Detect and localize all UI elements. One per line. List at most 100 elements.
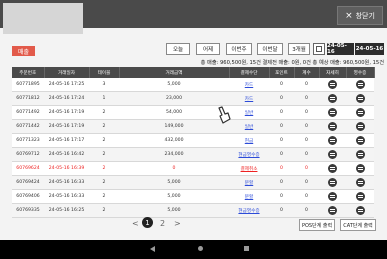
page-1-button[interactable]: 1	[142, 217, 153, 228]
detail-icon[interactable]	[328, 108, 337, 117]
order-number-cell: 60771323	[12, 133, 44, 148]
order-number-cell: 60769624	[12, 161, 44, 176]
date-to-button[interactable]: 24-05-16	[355, 43, 384, 55]
table-number-cell: 1	[89, 91, 119, 106]
point-cell: 0	[269, 203, 294, 218]
home-icon[interactable]	[198, 246, 203, 251]
receipt-cell	[346, 175, 374, 190]
count-cell: 0	[294, 105, 319, 120]
receipt-icon[interactable]	[355, 108, 365, 117]
detail-icon[interactable]	[328, 122, 337, 131]
filter-3-months-button[interactable]: 3개월	[288, 43, 310, 55]
detail-icon[interactable]	[328, 206, 337, 215]
prev-page-button[interactable]: <	[132, 219, 139, 228]
receipt-cell	[346, 91, 374, 106]
filter-this-month-button[interactable]: 이번달	[257, 43, 283, 55]
payment-method-link[interactable]: 분할	[229, 175, 269, 190]
receipt-cell	[346, 133, 374, 148]
table-header-row: 주문번호 거래일자 테이블 거래금액 결제수단 포인트 계수 자세히 영수증	[12, 67, 375, 78]
column-header: 결제수단	[229, 67, 270, 78]
order-number-cell: 60771895	[12, 78, 44, 92]
receipt-cell	[346, 78, 374, 92]
detail-icon[interactable]	[328, 150, 337, 159]
next-page-button[interactable]: >	[174, 219, 181, 228]
payment-method-link[interactable]: 현금	[229, 133, 269, 148]
table-number-cell: 2	[89, 133, 119, 148]
payment-method-link[interactable]: 카드	[229, 91, 269, 106]
receipt-icon[interactable]	[355, 178, 365, 187]
cat-print-button[interactable]: CAT단계 출력	[340, 219, 376, 231]
filter-today-button[interactable]: 오늘	[166, 43, 190, 55]
count-cell: 0	[294, 203, 319, 218]
detail-icon[interactable]	[328, 192, 337, 201]
table-row[interactable]: 60771442 24-05-16 17:19 2 149,000 일반 0 0	[12, 119, 374, 134]
detail-icon[interactable]	[328, 178, 337, 187]
payment-method-link[interactable]: 카드	[229, 78, 269, 92]
receipt-icon[interactable]	[355, 206, 365, 215]
table-row[interactable]: 60769424 24-05-16 16:33 2 5,000 분할 0 0	[12, 175, 374, 190]
back-icon[interactable]	[150, 246, 155, 252]
table-row[interactable]: 60771812 24-05-16 17:24 1 23,000 카드 0 0	[12, 91, 374, 106]
payment-method-link[interactable]: 분할	[229, 189, 269, 204]
count-cell: 0	[294, 133, 319, 148]
column-header: 주문번호	[12, 67, 45, 78]
amount-cell: 234,000	[119, 147, 229, 162]
detail-cell	[319, 119, 346, 134]
detail-icon[interactable]	[328, 94, 337, 103]
count-cell: 0	[294, 189, 319, 204]
amount-cell: 5,000	[119, 78, 229, 92]
filter-yesterday-button[interactable]: 어제	[196, 43, 220, 55]
receipt-icon[interactable]	[355, 150, 365, 159]
payment-method-link[interactable]: 일반	[229, 119, 269, 134]
amount-cell: 432,000	[119, 133, 229, 148]
receipt-icon[interactable]	[355, 164, 365, 173]
order-number-cell: 60771492	[12, 105, 44, 120]
pointer-hand-icon	[218, 106, 231, 124]
pos-print-button[interactable]: POS단계 출력	[299, 219, 335, 231]
payment-method-link[interactable]: 일반	[229, 105, 269, 120]
calendar-icon[interactable]	[313, 43, 325, 55]
amount-cell: 149,000	[119, 119, 229, 134]
page-2-button[interactable]: 2	[160, 219, 165, 228]
detail-icon[interactable]	[328, 80, 337, 89]
sales-summary: 총 매출: 960,500원, 15건 결제전 매출: 0원, 0건 총 예상 …	[200, 60, 384, 66]
column-header: 계수	[294, 67, 320, 78]
header-panel	[3, 3, 83, 34]
point-cell: 0	[269, 91, 294, 106]
close-window-button[interactable]: × 창닫기	[337, 6, 383, 25]
date-from-button[interactable]: 24-05-16	[327, 43, 354, 55]
receipt-icon[interactable]	[355, 136, 365, 145]
table-row[interactable]: 60769335 24-05-16 16:25 2 5,000 현금영수증 0 0	[12, 203, 374, 218]
transaction-date-cell: 24-05-16 16:39	[44, 161, 89, 176]
detail-cell	[319, 91, 346, 106]
receipt-icon[interactable]	[355, 122, 365, 131]
filter-this-week-button[interactable]: 이번주	[226, 43, 252, 55]
close-icon: ×	[345, 10, 353, 21]
recent-apps-icon[interactable]	[244, 246, 249, 251]
receipt-cell	[346, 119, 374, 134]
column-header: 영수증	[346, 67, 375, 78]
table-row[interactable]: 60771323 24-05-16 17:17 2 432,000 현금 0 0	[12, 133, 374, 148]
table-row[interactable]: 60771895 24-05-16 17:25 3 5,000 카드 0 0	[12, 78, 374, 92]
table-number-cell: 2	[89, 105, 119, 120]
receipt-icon[interactable]	[355, 192, 365, 201]
table-row[interactable]: 60771492 24-05-16 17:19 2 54,000 일반 0 0	[12, 105, 374, 120]
payment-method-link[interactable]: 현금영수증	[229, 147, 269, 162]
payment-method-link[interactable]: 현금영수증	[229, 203, 269, 218]
receipt-icon[interactable]	[355, 94, 365, 103]
column-header: 거래일자	[44, 67, 90, 78]
detail-cell	[319, 175, 346, 190]
table-row[interactable]: 60769406 24-05-16 16:33 2 5,000 분할 0 0	[12, 189, 374, 204]
payment-method-link[interactable]: 결제취소	[229, 161, 269, 176]
amount-cell: 23,000	[119, 91, 229, 106]
amount-cell: 0	[119, 161, 229, 176]
detail-icon[interactable]	[328, 136, 337, 145]
table-number-cell: 3	[89, 78, 119, 92]
order-number-cell: 60769335	[12, 203, 44, 218]
receipt-icon[interactable]	[355, 80, 365, 89]
detail-icon[interactable]	[328, 164, 337, 173]
table-row[interactable]: 60769712 24-05-16 16:42 2 234,000 현금영수증 0 0	[12, 147, 374, 162]
table-row[interactable]: 60769624 24-05-16 16:39 2 0 결제취소 0 0	[12, 161, 374, 176]
count-cell: 0	[294, 161, 319, 176]
sales-table: 주문번호 거래일자 테이블 거래금액 결제수단 포인트 계수 자세히 영수증 6…	[12, 67, 375, 218]
